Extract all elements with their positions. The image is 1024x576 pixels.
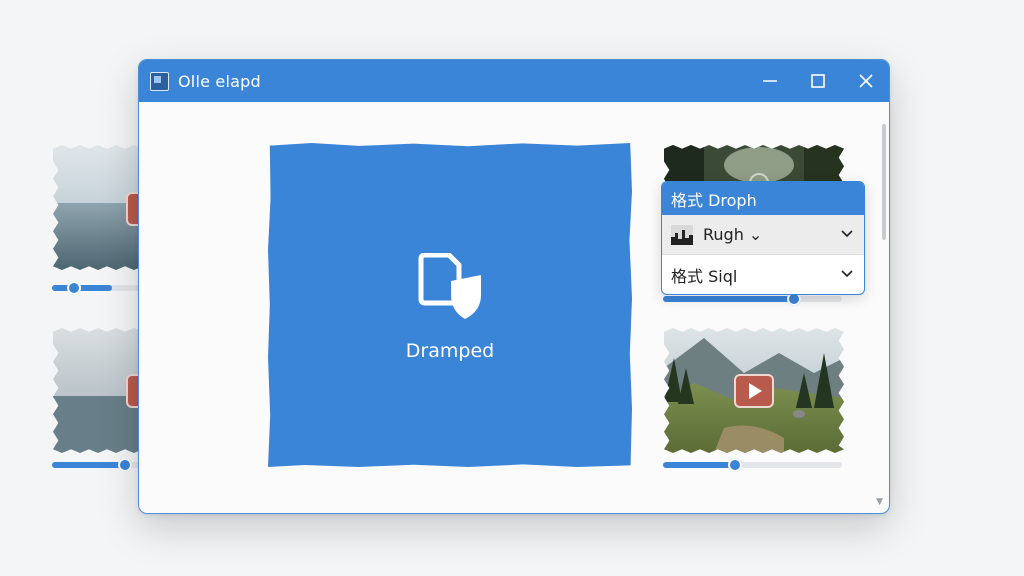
dropdown-item-siql[interactable]: 格式 Siql xyxy=(662,255,864,294)
dropdown-header-label: 格式 Droph xyxy=(671,190,757,210)
slider-knob[interactable] xyxy=(67,281,81,295)
progress-slider-forest[interactable] xyxy=(663,292,842,306)
image-thumbnail-icon xyxy=(671,224,693,245)
progress-slider-mountain-valley[interactable] xyxy=(663,458,842,472)
close-icon xyxy=(859,74,873,88)
format-dropdown[interactable]: 格式 Droph Rugh ⌄ 格式 Siql xyxy=(661,181,865,295)
progress-fill xyxy=(52,285,112,291)
app-icon xyxy=(150,71,169,91)
chevron-down-icon xyxy=(841,230,853,238)
dropdown-item-rugh[interactable]: Rugh ⌄ xyxy=(662,215,864,255)
maximize-button[interactable] xyxy=(795,60,841,102)
chevron-down-icon xyxy=(841,270,853,278)
vertical-scrollbar[interactable] xyxy=(881,120,887,510)
slider-knob[interactable] xyxy=(728,458,742,472)
scrollbar-thumb[interactable] xyxy=(882,124,886,240)
progress-fill xyxy=(663,296,793,302)
title-bar[interactable]: Olle elapd xyxy=(139,60,889,102)
progress-fill xyxy=(663,462,735,468)
minimize-button[interactable] xyxy=(747,60,793,102)
slider-knob[interactable] xyxy=(118,458,132,472)
maximize-icon xyxy=(811,74,825,88)
progress-fill xyxy=(52,462,124,468)
minimize-icon xyxy=(763,80,777,82)
window-title: Olle elapd xyxy=(178,71,261,91)
scroll-down-icon[interactable]: ▼ xyxy=(876,497,883,507)
dropdown-header[interactable]: 格式 Droph xyxy=(662,182,864,215)
dropdown-item-label: Rugh ⌄ xyxy=(703,225,763,244)
dropdown-item-label: 格式 Siql xyxy=(671,266,738,286)
file-shield-icon xyxy=(418,253,481,319)
drop-zone-label: Dramped xyxy=(405,340,495,362)
close-button[interactable] xyxy=(843,60,889,102)
play-icon[interactable] xyxy=(734,374,774,408)
drop-zone[interactable]: Dramped xyxy=(268,143,632,467)
